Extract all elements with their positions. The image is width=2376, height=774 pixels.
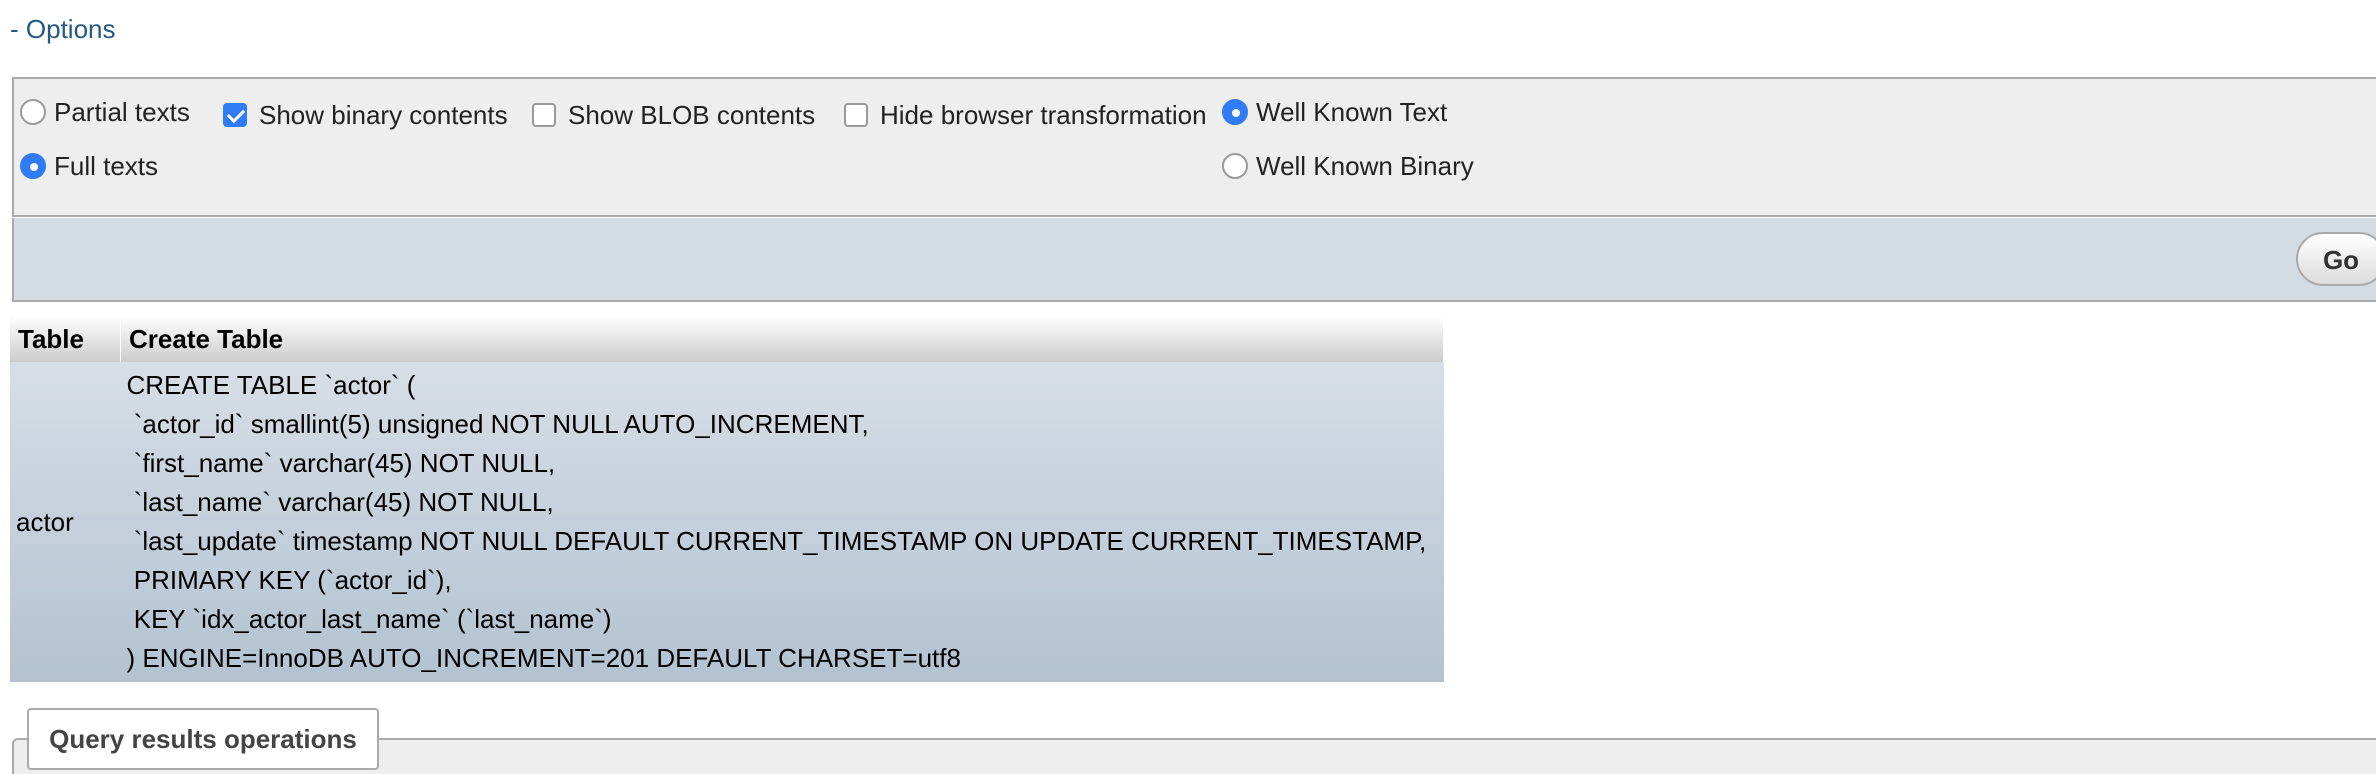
well-known-binary-option[interactable]: Well Known Binary xyxy=(1222,119,1474,213)
show-binary-option[interactable]: Show binary contents xyxy=(223,68,508,162)
display-options-panel: Partial texts Full texts Show binary con… xyxy=(12,77,2376,217)
hide-transformation-option[interactable]: Hide browser transformation xyxy=(844,68,1207,162)
sql-line: `last_update` timestamp NOT NULL DEFAULT… xyxy=(133,526,1427,556)
show-binary-checkbox[interactable] xyxy=(223,103,247,127)
sql-line: CREATE TABLE `actor` ( xyxy=(126,370,416,400)
query-results-operations-legend: Query results operations xyxy=(27,708,379,770)
column-header-table[interactable]: Table xyxy=(10,316,121,362)
create-table-sql: CREATE TABLE `actor` ( `actor_id` smalli… xyxy=(127,366,1438,678)
show-binary-label: Show binary contents xyxy=(259,99,508,130)
sql-line: `first_name` varchar(45) NOT NULL, xyxy=(133,448,556,478)
column-header-create-table[interactable]: Create Table xyxy=(120,316,1444,362)
table-name-cell: actor xyxy=(10,362,121,682)
well-known-binary-radio[interactable] xyxy=(1222,153,1248,179)
sql-line: `last_name` varchar(45) NOT NULL, xyxy=(133,487,554,517)
create-table-cell: CREATE TABLE `actor` ( `actor_id` smalli… xyxy=(120,362,1444,682)
show-blob-label: Show BLOB contents xyxy=(568,99,816,130)
full-texts-option[interactable]: Full texts xyxy=(20,119,158,213)
sql-line: PRIMARY KEY (`actor_id`), xyxy=(133,565,452,595)
full-texts-label: Full texts xyxy=(54,150,159,181)
results-table: Table Create Table actor CREATE TABLE `a… xyxy=(10,316,1444,682)
results-header-row: Table Create Table xyxy=(10,316,1444,362)
options-footer: Go xyxy=(12,218,2376,302)
options-toggle-link[interactable]: - Options xyxy=(10,14,116,45)
show-blob-option[interactable]: Show BLOB contents xyxy=(532,68,815,162)
go-button[interactable]: Go xyxy=(2296,232,2376,286)
show-blob-checkbox[interactable] xyxy=(532,103,556,127)
hide-transformation-label: Hide browser transformation xyxy=(880,99,1207,130)
table-row[interactable]: actor CREATE TABLE `actor` ( `actor_id` … xyxy=(10,362,1444,682)
well-known-binary-label: Well Known Binary xyxy=(1256,150,1474,181)
sql-line: ) ENGINE=InnoDB AUTO_INCREMENT=201 DEFAU… xyxy=(126,643,961,673)
sql-line: KEY `idx_actor_last_name` (`last_name`) xyxy=(133,604,612,634)
sql-line: `actor_id` smallint(5) unsigned NOT NULL… xyxy=(133,409,869,439)
full-texts-radio[interactable] xyxy=(20,153,46,179)
query-results-page: - Options Partial texts Full texts Show … xyxy=(0,0,2376,774)
hide-transformation-checkbox[interactable] xyxy=(844,103,868,127)
